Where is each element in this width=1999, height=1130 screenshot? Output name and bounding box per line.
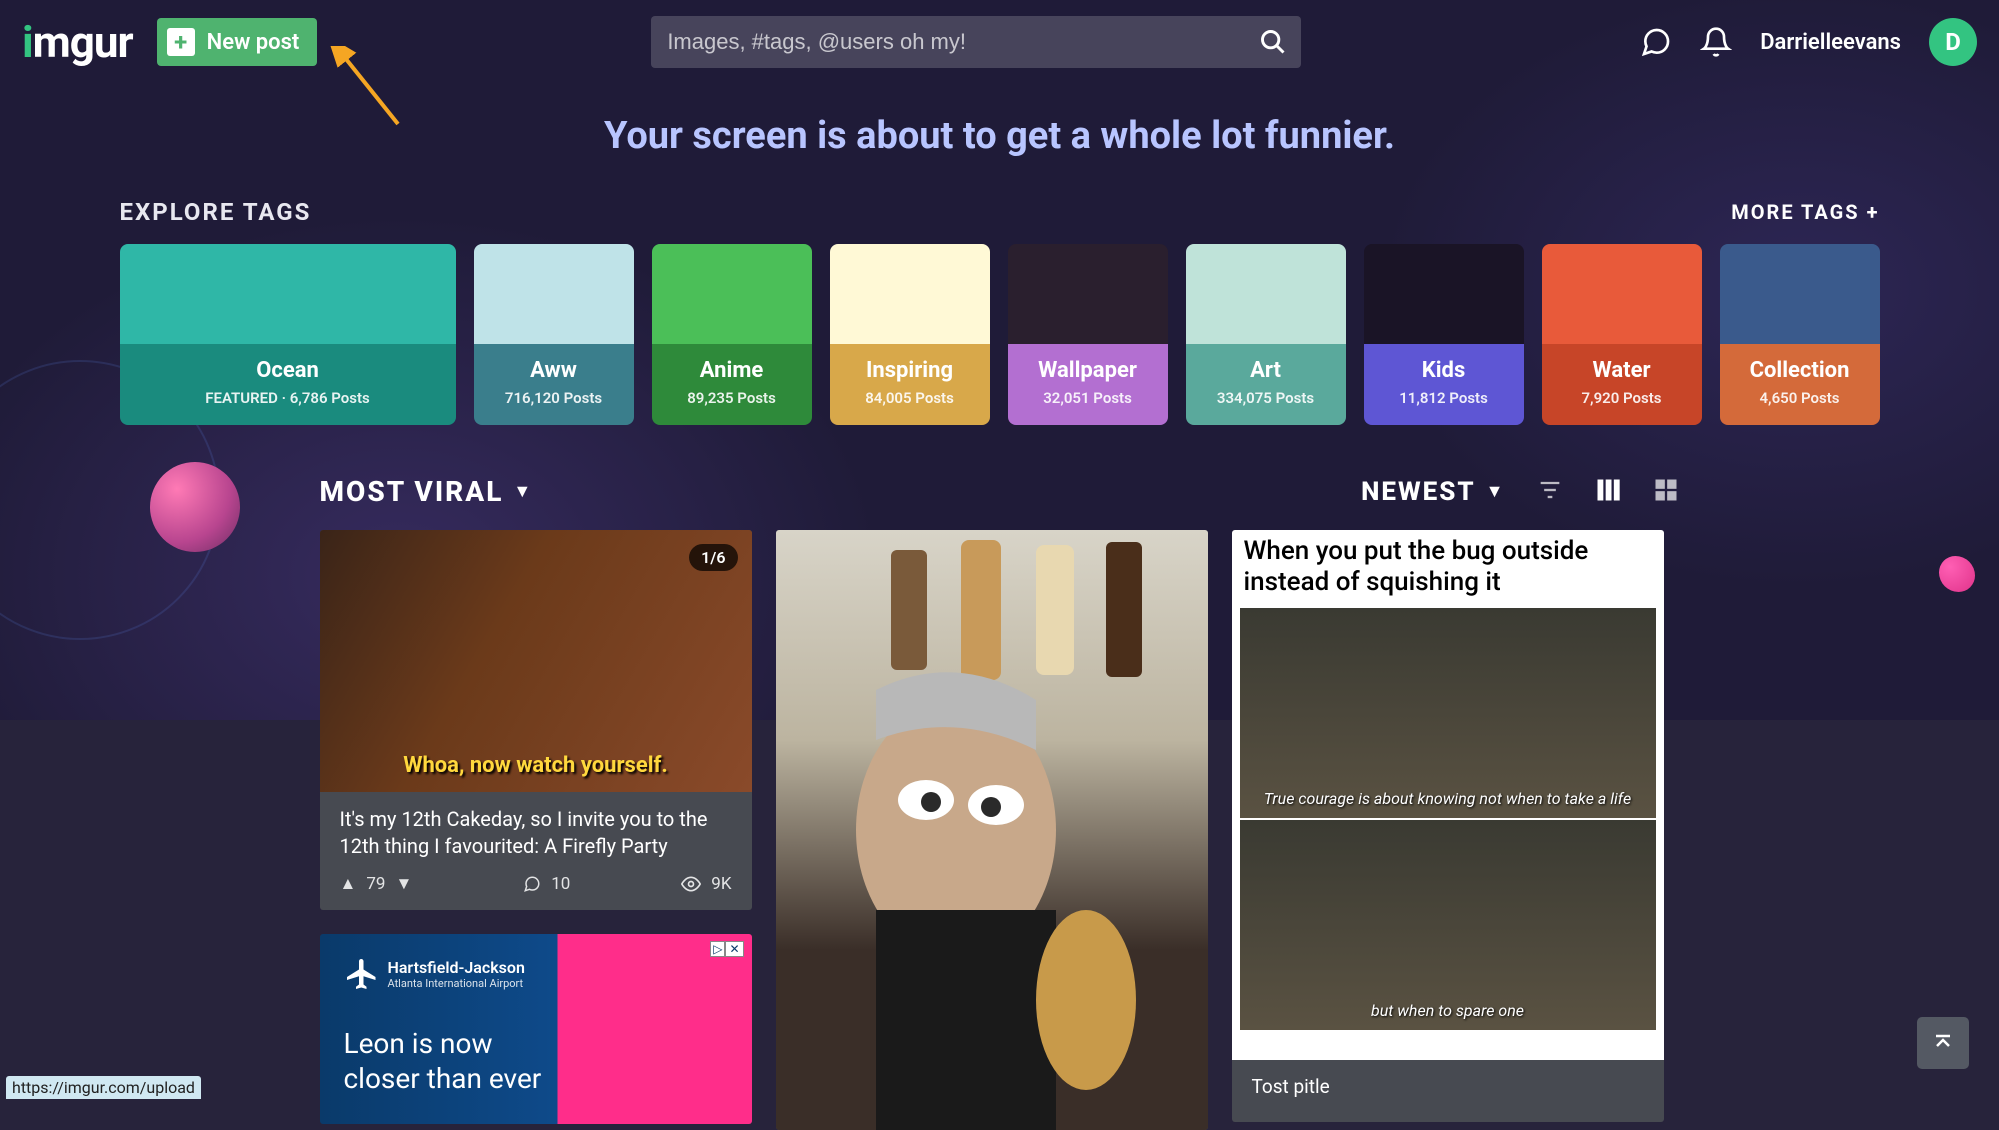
tag-thumb bbox=[1364, 244, 1524, 344]
upvote-count: 79 bbox=[366, 874, 385, 894]
tag-card-inspiring[interactable]: Inspiring 84,005 Posts bbox=[830, 244, 990, 425]
tag-card-art[interactable]: Art 334,075 Posts bbox=[1186, 244, 1346, 425]
tag-thumb bbox=[120, 244, 456, 344]
comment-icon bbox=[523, 875, 541, 893]
ad-brand-sub: Atlanta International Airport bbox=[388, 977, 525, 990]
status-bar: https://imgur.com/upload bbox=[6, 1076, 201, 1099]
tag-count: 84,005 Posts bbox=[838, 389, 982, 407]
tag-count: 11,812 Posts bbox=[1372, 389, 1516, 407]
tag-count: 7,920 Posts bbox=[1550, 389, 1694, 407]
tag-name: Inspiring bbox=[838, 358, 982, 383]
meme-mid-text: True courage is about knowing not when t… bbox=[1240, 789, 1656, 808]
tag-count: 89,235 Posts bbox=[660, 389, 804, 407]
tag-name: Kids bbox=[1372, 358, 1516, 383]
ad-options-icon[interactable]: ▷ bbox=[710, 941, 725, 957]
tag-card-collection[interactable]: Collection 4,650 Posts bbox=[1720, 244, 1880, 425]
tag-card-kids[interactable]: Kids 11,812 Posts bbox=[1364, 244, 1524, 425]
tag-card-water[interactable]: Water 7,920 Posts bbox=[1542, 244, 1702, 425]
post-card[interactable] bbox=[776, 530, 1208, 1130]
tag-card-wallpaper[interactable]: Wallpaper 32,051 Posts bbox=[1008, 244, 1168, 425]
tag-name: Water bbox=[1550, 358, 1694, 383]
tag-thumb bbox=[652, 244, 812, 344]
search-bar[interactable] bbox=[651, 16, 1301, 68]
tag-name: Wallpaper bbox=[1016, 358, 1160, 383]
post-card[interactable]: 1/6 Whoa, now watch yourself. It's my 12… bbox=[320, 530, 752, 910]
tag-thumb bbox=[1186, 244, 1346, 344]
tag-name: Anime bbox=[660, 358, 804, 383]
tag-thumb bbox=[1542, 244, 1702, 344]
meme-bottom-text: but when to spare one bbox=[1240, 1001, 1656, 1020]
tag-count: 334,075 Posts bbox=[1194, 389, 1338, 407]
username[interactable]: Darrielleevans bbox=[1760, 30, 1901, 55]
downvote-icon[interactable]: ▼ bbox=[395, 874, 412, 894]
search-input[interactable] bbox=[667, 29, 1245, 55]
search-icon[interactable] bbox=[1245, 16, 1301, 68]
tag-thumb bbox=[1008, 244, 1168, 344]
new-post-label: New post bbox=[207, 30, 300, 55]
view-count: 9K bbox=[711, 874, 731, 894]
view-waterfall-icon[interactable] bbox=[1594, 476, 1622, 508]
tag-name: Aww bbox=[482, 358, 626, 383]
tag-thumb bbox=[474, 244, 634, 344]
comment-count: 10 bbox=[551, 874, 570, 894]
filter-icon[interactable] bbox=[1536, 476, 1564, 508]
tag-card-ocean[interactable]: Ocean FEATURED · 6,786 Posts bbox=[120, 244, 456, 425]
tag-name: Collection bbox=[1728, 358, 1872, 383]
notifications-icon[interactable] bbox=[1700, 26, 1732, 58]
new-post-button[interactable]: + New post bbox=[157, 18, 318, 66]
tag-name: Art bbox=[1194, 358, 1338, 383]
upvote-icon[interactable]: ▲ bbox=[340, 874, 357, 894]
ad-line1: Leon is now bbox=[344, 1026, 542, 1061]
post-title: It's my 12th Cakeday, so I invite you to… bbox=[340, 806, 732, 860]
tag-thumb bbox=[830, 244, 990, 344]
chevron-down-icon: ▼ bbox=[1486, 481, 1506, 502]
ad-close-icon[interactable]: ✕ bbox=[725, 941, 743, 957]
more-tags-button[interactable]: MORE TAGS + bbox=[1731, 200, 1879, 224]
scroll-top-button[interactable] bbox=[1917, 1017, 1969, 1069]
tag-count: 716,120 Posts bbox=[482, 389, 626, 407]
tag-name: Ocean bbox=[128, 358, 448, 383]
post-card[interactable]: When you put the bug outside instead of … bbox=[1232, 530, 1664, 1122]
gif-caption: Whoa, now watch yourself. bbox=[320, 753, 752, 778]
avatar[interactable]: D bbox=[1929, 18, 1977, 66]
sort-primary[interactable]: MOST VIRAL ▼ bbox=[320, 475, 534, 508]
view-grid-icon[interactable] bbox=[1652, 476, 1680, 508]
chevron-down-icon: ▼ bbox=[513, 481, 533, 502]
gallery-count-badge: 1/6 bbox=[689, 544, 737, 571]
chat-icon[interactable] bbox=[1640, 26, 1672, 58]
ad-line2: closer than ever bbox=[344, 1061, 542, 1096]
ad-card[interactable]: ▷✕ Hartsfield-Jackson Atlanta Internatio… bbox=[320, 934, 752, 1124]
tag-thumb bbox=[1720, 244, 1880, 344]
tag-count: FEATURED · 6,786 Posts bbox=[128, 389, 448, 407]
tagline: Your screen is about to get a whole lot … bbox=[0, 114, 1999, 158]
explore-tags-heading: EXPLORE TAGS bbox=[120, 198, 312, 226]
tag-count: 4,650 Posts bbox=[1728, 389, 1872, 407]
tag-card-aww[interactable]: Aww 716,120 Posts bbox=[474, 244, 634, 425]
sort-secondary[interactable]: NEWEST ▼ bbox=[1361, 477, 1505, 507]
views-icon bbox=[681, 874, 701, 894]
tag-card-anime[interactable]: Anime 89,235 Posts bbox=[652, 244, 812, 425]
ad-brand: Hartsfield-Jackson bbox=[388, 958, 525, 977]
tag-count: 32,051 Posts bbox=[1016, 389, 1160, 407]
airplane-icon bbox=[344, 956, 380, 992]
logo[interactable]: imgur bbox=[22, 16, 133, 68]
plus-icon: + bbox=[167, 28, 195, 56]
post-title: Tost pitle bbox=[1252, 1074, 1644, 1100]
meme-top-text: When you put the bug outside instead of … bbox=[1232, 530, 1664, 608]
